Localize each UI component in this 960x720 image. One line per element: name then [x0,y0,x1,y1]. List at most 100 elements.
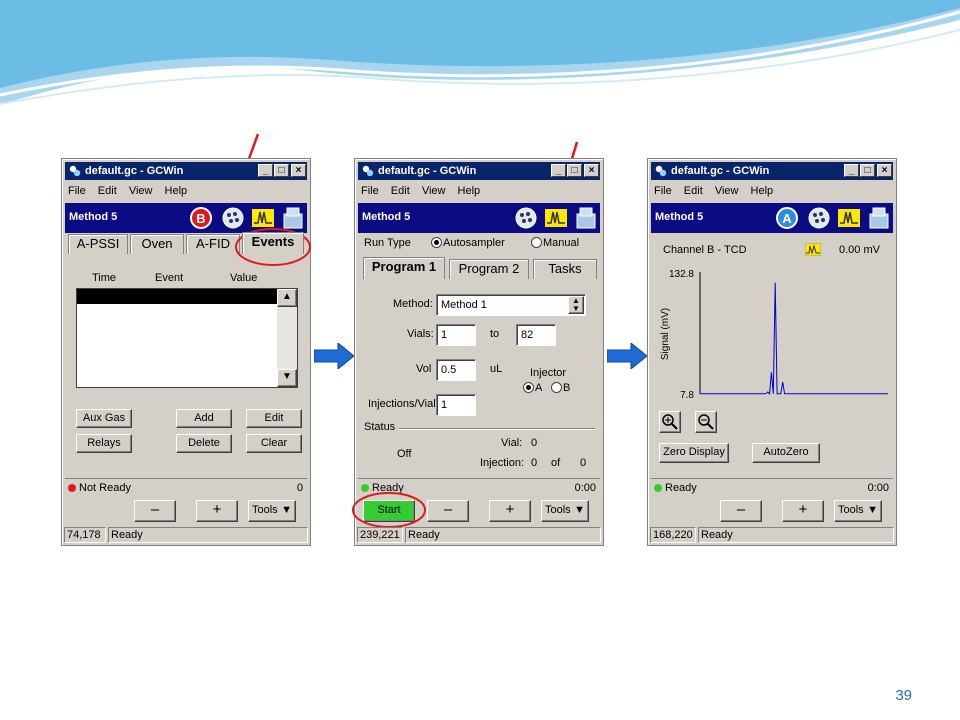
tools-label: Tools [838,504,864,516]
minimize-button[interactable]: _ [844,164,859,177]
minus-button[interactable]: – [134,500,176,522]
menu-edit[interactable]: Edit [391,185,410,197]
status-divider [399,428,595,430]
y-axis-label: Signal (mV) [660,308,671,360]
tools-button[interactable]: Tools ▼ [541,500,589,522]
vial-status-value: 0 [531,437,538,449]
edit-button[interactable]: Edit [246,409,302,428]
menu-view[interactable]: View [129,185,153,197]
chromatogram-icon[interactable] [837,206,861,230]
menu-help[interactable]: Help [751,185,774,197]
table-scrollbar[interactable]: ▲ ▼ [277,289,297,387]
table-row-selected[interactable] [77,289,277,304]
scroll-down-arrow-icon[interactable]: ▼ [277,369,297,387]
zoom-in-button[interactable] [659,411,681,433]
plus-button[interactable]: + [196,500,238,522]
col-value: Value [230,272,258,284]
radio-injector-b[interactable]: B [551,382,570,394]
menu-edit[interactable]: Edit [684,185,703,197]
status-bar: 239,221 Ready [357,527,601,543]
close-button[interactable]: × [584,164,599,177]
tools-button[interactable]: Tools ▼ [248,500,296,522]
radio-injector-a[interactable]: A [523,382,542,394]
events-table[interactable]: ▲ ▼ [76,288,298,388]
vial-to-input[interactable]: 82 [516,324,556,346]
maximize-button[interactable]: □ [860,164,875,177]
zero-display-button[interactable]: Zero Display [659,443,729,463]
menu-bar: File Edit View Help [68,183,196,199]
autosampler-icon[interactable] [807,206,831,230]
injector-label: Injector [530,367,567,379]
vol-unit: uL [490,363,503,375]
status-bar: 168,220 Ready [650,527,894,543]
close-button[interactable]: × [291,164,306,177]
radio-autosampler[interactable]: Autosampler [431,237,505,249]
autosampler-icon[interactable] [514,206,538,230]
title-bar: default.gc - GCWin _ □ × [358,162,600,180]
tools-button[interactable]: Tools ▼ [834,500,882,522]
minimize-button[interactable]: _ [258,164,273,177]
clear-button[interactable]: Clear [246,434,302,453]
method-spin-icon[interactable]: ▲ ▼ [568,296,584,314]
tab-tasks[interactable]: Tasks [533,259,597,279]
maximize-button[interactable]: □ [274,164,289,177]
injections-per-vial-label: Injections/Vial [368,398,436,410]
aux-gas-button[interactable]: Aux Gas [76,409,132,428]
close-button[interactable]: × [877,164,892,177]
radio-autosampler-dot[interactable] [431,237,442,248]
plus-button[interactable]: + [489,500,531,522]
minus-button[interactable]: – [427,500,469,522]
menu-file[interactable]: File [68,185,86,197]
vol-label: Vol [416,363,432,375]
vial-from-input[interactable]: 1 [436,324,476,346]
radio-injector-a-dot[interactable] [523,382,534,393]
tab-program-1[interactable]: Program 1 [363,257,445,279]
gcwin-window-events: default.gc - GCWin _ □ × File Edit View … [61,158,311,546]
channel-label: Channel B - TCD [663,244,747,256]
relays-button[interactable]: Relays [76,434,132,453]
maximize-button[interactable]: □ [567,164,582,177]
delete-button[interactable]: Delete [176,434,232,453]
tab-oven[interactable]: Oven [130,234,184,254]
tab-program-2[interactable]: Program 2 [449,259,529,279]
injection-value: 0 [531,457,538,469]
menu-view[interactable]: View [715,185,739,197]
add-button[interactable]: Add [176,409,232,428]
title-bar: default.gc - GCWin _ □ × [65,162,307,180]
autozero-button[interactable]: AutoZero [752,443,820,463]
tab-a-fid[interactable]: A-FID [186,234,240,254]
method-select[interactable]: Method 1 ▲ ▼ [436,294,586,316]
vol-input[interactable]: 0.5 [436,359,476,381]
tab-a-pssi[interactable]: A-PSSI [68,234,128,254]
menu-bar: File Edit View Help [654,183,782,199]
run-status-row: Not Ready 0 [65,478,307,496]
menu-view[interactable]: View [422,185,446,197]
menu-file[interactable]: File [654,185,672,197]
minus-button[interactable]: – [720,500,762,522]
menu-help[interactable]: Help [458,185,481,197]
plus-button[interactable]: + [782,500,824,522]
status-time: 0:00 [867,482,889,494]
y-tick-label-bottom: 7.8 [680,390,694,401]
menu-file[interactable]: File [361,185,379,197]
dropdown-arrow-icon: ▼ [574,504,585,516]
instrument-icon[interactable] [574,206,598,230]
menu-edit[interactable]: Edit [98,185,117,197]
injector-b-icon[interactable]: B [189,206,213,230]
minimize-button[interactable]: _ [551,164,566,177]
instrument-icon[interactable] [867,206,891,230]
vials-label: Vials: [407,328,434,340]
chromatogram-icon[interactable] [544,206,568,230]
tab-events[interactable]: Events [242,232,304,254]
radio-manual-dot[interactable] [531,237,542,248]
zoom-out-button[interactable] [695,411,717,433]
scroll-up-arrow-icon[interactable]: ▲ [277,289,297,307]
radio-manual[interactable]: Manual [531,237,579,249]
run-type-label: Run Type [364,237,411,249]
method-bar: Method 5 A [651,203,893,233]
injector-a-icon[interactable]: A [775,206,799,230]
signal-chart[interactable]: 132.8 7.8 Signal (mV) [648,259,898,409]
menu-help[interactable]: Help [165,185,188,197]
injections-per-vial-input[interactable]: 1 [436,394,476,416]
radio-injector-b-dot[interactable] [551,382,562,393]
